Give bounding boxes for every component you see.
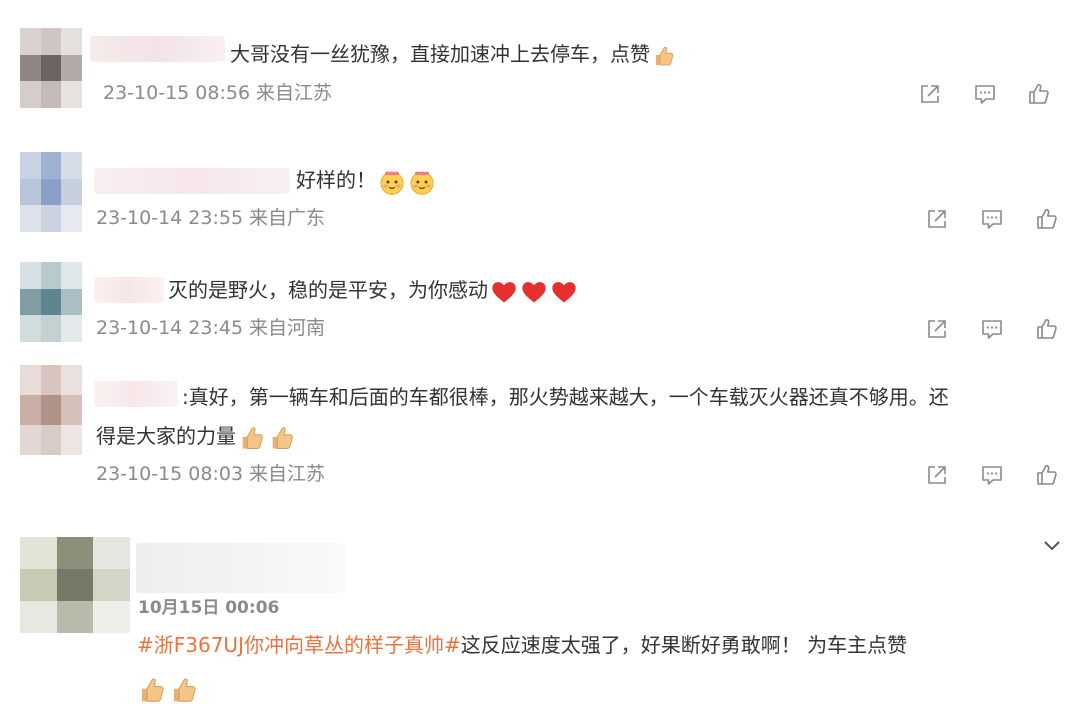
topic-link[interactable]: #浙F367UJ你冲向草丛的样子真帅# bbox=[137, 633, 461, 657]
username-blurred[interactable] bbox=[94, 381, 178, 407]
location: 来自江苏 bbox=[256, 82, 333, 104]
comment-body: 大哥没有一丝犹豫，直接加速冲上去停车，点赞 bbox=[230, 42, 650, 66]
avatar[interactable] bbox=[20, 152, 82, 232]
comment-meta: 23-10-15 08:56 来自江苏 bbox=[103, 81, 332, 105]
comment-text: 大哥没有一丝犹豫，直接加速冲上去停车，点赞 bbox=[230, 40, 676, 68]
username-blurred[interactable] bbox=[136, 543, 346, 593]
blush-face-emoji bbox=[378, 168, 406, 196]
heart-emoji bbox=[490, 278, 518, 306]
comment-body: 得是大家的力量 bbox=[96, 424, 236, 448]
username-blurred[interactable] bbox=[90, 36, 225, 62]
timestamp: 23-10-15 08:56 bbox=[103, 82, 251, 104]
comment-meta: 23-10-14 23:55 来自广东 bbox=[96, 206, 325, 230]
comment-text: 灭的是野火，稳的是平安，为你感动 bbox=[168, 276, 578, 306]
thumbs-up-emoji bbox=[169, 675, 199, 705]
username-blurred[interactable] bbox=[94, 277, 164, 303]
share-icon[interactable] bbox=[925, 207, 949, 231]
comment-icon[interactable] bbox=[980, 207, 1004, 231]
thumbs-up-emoji bbox=[268, 424, 296, 452]
avatar[interactable] bbox=[20, 262, 82, 342]
comment-icon[interactable] bbox=[980, 463, 1004, 487]
comment-body: 好样的！ bbox=[296, 168, 376, 192]
comment-icon[interactable] bbox=[973, 82, 997, 106]
heart-emoji bbox=[550, 278, 578, 306]
comment-meta: 23-10-15 08:03 来自江苏 bbox=[96, 462, 325, 486]
comment-text-line1: :真好，第一辆车和后面的车都很棒，那火势越来越大，一个车载灭火器还真不够用。还 bbox=[182, 385, 949, 409]
timestamp: 10月15日 00:06 bbox=[138, 598, 280, 618]
location: 来自河南 bbox=[249, 317, 326, 339]
comment-icon[interactable] bbox=[980, 317, 1004, 341]
comment-body: 这反应速度太强了，好果断好勇敢啊！ 为车主点赞 bbox=[460, 633, 908, 657]
like-icon[interactable] bbox=[1027, 82, 1051, 106]
share-icon[interactable] bbox=[925, 317, 949, 341]
avatar[interactable] bbox=[20, 365, 82, 455]
thumbs-up-emoji bbox=[137, 675, 167, 705]
featured-comment-emojis bbox=[137, 674, 199, 705]
timestamp: 23-10-14 23:45 bbox=[96, 317, 244, 339]
blush-face-emoji bbox=[408, 168, 436, 196]
heart-emoji bbox=[520, 278, 548, 306]
share-icon[interactable] bbox=[918, 82, 942, 106]
avatar[interactable] bbox=[20, 28, 82, 108]
share-icon[interactable] bbox=[925, 463, 949, 487]
featured-comment-text: #浙F367UJ你冲向草丛的样子真帅#这反应速度太强了，好果断好勇敢啊！ 为车主… bbox=[137, 631, 907, 659]
like-icon[interactable] bbox=[1035, 463, 1059, 487]
comment-body: 灭的是野火，稳的是平安，为你感动 bbox=[168, 278, 488, 302]
avatar[interactable] bbox=[20, 537, 130, 633]
timestamp: 23-10-14 23:55 bbox=[96, 207, 244, 229]
comment-text: 好样的！ bbox=[296, 166, 436, 196]
username-blurred[interactable] bbox=[94, 168, 290, 194]
chevron-down-icon[interactable] bbox=[1040, 533, 1064, 557]
timestamp: 23-10-15 08:03 bbox=[96, 463, 244, 485]
comment-meta: 23-10-14 23:45 来自河南 bbox=[96, 316, 325, 340]
comment-text-line2: 得是大家的力量 bbox=[96, 422, 296, 452]
thumbs-up-emoji bbox=[238, 424, 266, 452]
thumbs-up-emoji bbox=[652, 44, 676, 68]
location: 来自江苏 bbox=[249, 463, 326, 485]
location: 来自广东 bbox=[249, 207, 326, 229]
like-icon[interactable] bbox=[1035, 317, 1059, 341]
like-icon[interactable] bbox=[1035, 207, 1059, 231]
